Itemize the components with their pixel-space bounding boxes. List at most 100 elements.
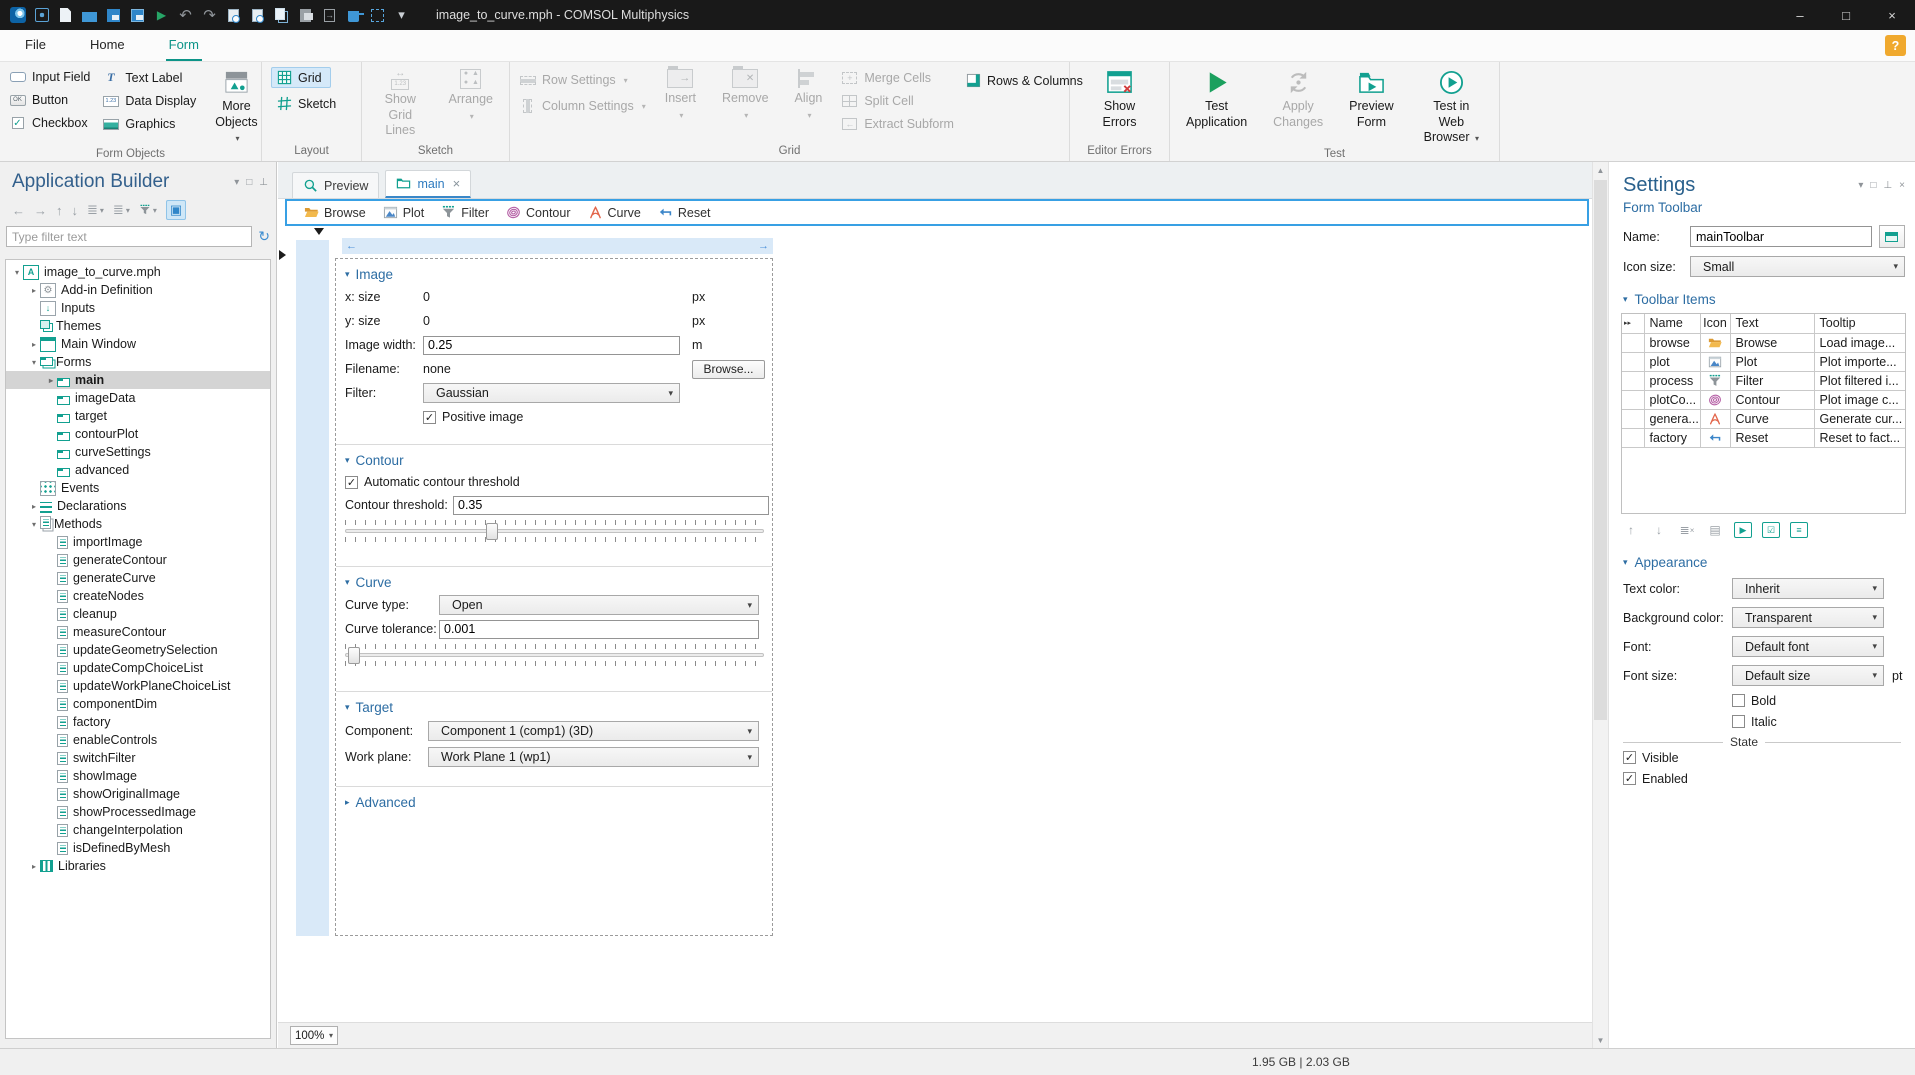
tree-item[interactable]: isDefinedByMesh xyxy=(6,839,270,857)
tree-item[interactable]: ▸ Main Window xyxy=(6,335,270,353)
more-objects-button[interactable]: More Objects ▾ xyxy=(208,67,264,148)
settings-pin-icon[interactable]: ⊥ xyxy=(1883,180,1892,191)
qat-9-icon[interactable] xyxy=(225,7,242,24)
refresh-icon[interactable]: ↻ xyxy=(258,228,270,245)
name-input[interactable] xyxy=(1690,226,1872,247)
form-design-area[interactable]: ▾ Image x: size 0 px y: size 0 px Image width… xyxy=(335,258,773,936)
filter[interactable]: Filter xyxy=(441,205,489,220)
contour-threshold-input[interactable] xyxy=(453,495,769,515)
enabled-checkbox[interactable] xyxy=(1623,772,1636,785)
tab-form[interactable]: Form xyxy=(165,30,202,61)
tree-expander[interactable]: ▸ xyxy=(28,862,40,871)
qat-14-icon[interactable] xyxy=(345,7,364,24)
tree-item[interactable]: curveSettings xyxy=(6,443,270,461)
tab-file[interactable]: File xyxy=(22,30,49,61)
scrollbar-thumb[interactable] xyxy=(1594,180,1607,720)
text-label-button[interactable]: Text Label xyxy=(102,70,196,85)
move-up-button[interactable]: ↑ xyxy=(1622,522,1640,538)
text-color-combo[interactable]: Inherit ▾ xyxy=(1732,578,1884,599)
tree-item[interactable]: imageData xyxy=(6,389,270,407)
input-field-button[interactable]: Input Field xyxy=(9,70,90,84)
qat-12-icon[interactable] xyxy=(297,7,314,24)
work-plane-combo[interactable]: Work Plane 1 (wp1) ▾ xyxy=(428,747,759,767)
tree-item[interactable]: factory xyxy=(6,713,270,731)
qat-8-icon[interactable] xyxy=(201,7,218,24)
qat-7-icon[interactable] xyxy=(177,7,194,24)
section-header-advanced[interactable]: ▸ Advanced xyxy=(336,787,772,813)
qat-0-icon[interactable] xyxy=(9,7,26,24)
tree-item[interactable]: showOriginalImage xyxy=(6,785,270,803)
rows-columns-button[interactable]: Rows & Columns xyxy=(966,67,1083,88)
tree-filter-input[interactable] xyxy=(6,226,253,247)
tree-item[interactable]: ▾ Forms xyxy=(6,353,270,371)
tree-item[interactable]: target xyxy=(6,407,270,425)
appearance-section-header[interactable]: ▾ Appearance xyxy=(1609,544,1915,574)
tree-expander[interactable]: ▾ xyxy=(28,520,40,529)
minimize-button[interactable]: – xyxy=(1777,0,1823,30)
edit-item-button[interactable]: ▤ xyxy=(1706,522,1724,538)
curve-tolerance-input[interactable] xyxy=(439,619,759,639)
tree-item[interactable]: Themes xyxy=(6,317,270,335)
toolbar-item-row[interactable]: factory Reset Reset to fact... xyxy=(1622,427,1905,448)
browse[interactable]: Browse xyxy=(304,205,366,220)
grid-column-marker[interactable] xyxy=(314,228,324,235)
toolbar-item-row[interactable]: process Filter Plot filtered i... xyxy=(1622,370,1905,391)
tree-item[interactable]: ▸ Declarations xyxy=(6,497,270,515)
delete-item-button[interactable]: ≣ × xyxy=(1678,522,1696,538)
toolbar-item-row[interactable]: browse Browse Load image... xyxy=(1622,332,1905,353)
toolbar-items-section-header[interactable]: ▾ Toolbar Items xyxy=(1609,281,1915,311)
contour-threshold-slider[interactable] xyxy=(345,520,764,542)
background-color-combo[interactable]: Transparent ▾ xyxy=(1732,607,1884,628)
settings-close-icon[interactable]: × xyxy=(1899,180,1905,191)
editor-vertical-scrollbar[interactable]: ▲ ▼ xyxy=(1592,162,1609,1048)
tree-expander[interactable]: ▸ xyxy=(45,376,57,385)
panel-float-icon[interactable]: □ xyxy=(246,177,252,188)
expand-all-icon[interactable]: ≣ ▾ xyxy=(113,202,130,218)
contour[interactable]: Contour xyxy=(506,205,571,220)
italic-checkbox[interactable] xyxy=(1732,715,1745,728)
show-settings-toggle-icon[interactable]: ▣ xyxy=(165,200,187,220)
maximize-button[interactable]: □ xyxy=(1823,0,1869,30)
tree-item[interactable]: importImage xyxy=(6,533,270,551)
font-combo[interactable]: Default font ▾ xyxy=(1732,636,1884,657)
tree-item[interactable]: changeInterpolation xyxy=(6,821,270,839)
toolbar-item-row[interactable]: genera... Curve Generate cur... xyxy=(1622,408,1905,429)
tree-item[interactable]: updateCompChoiceList xyxy=(6,659,270,677)
checkbox-object-button[interactable]: Checkbox xyxy=(9,116,90,130)
qat-1-icon[interactable] xyxy=(33,7,50,24)
tree-item[interactable]: updateWorkPlaneChoiceList xyxy=(6,677,270,695)
scroll-up-icon[interactable]: ▲ xyxy=(1593,162,1608,178)
form-canvas[interactable]: ← → ▾ Image x: size 0 px y: size 0 px Image wi… xyxy=(278,228,1592,1022)
tree-item[interactable]: ▸ Libraries xyxy=(6,857,270,875)
tree-item[interactable]: generateCurve xyxy=(6,569,270,587)
qat-4-icon[interactable] xyxy=(105,7,122,24)
tree-item[interactable]: updateGeometrySelection xyxy=(6,641,270,659)
collapse-all-icon[interactable]: ≣ ▾ xyxy=(87,202,104,218)
tree-expander[interactable]: ▸ xyxy=(28,502,40,511)
grid-row-marker[interactable] xyxy=(279,250,286,260)
qat-10-icon[interactable] xyxy=(249,7,266,24)
tab-home[interactable]: Home xyxy=(87,30,128,61)
icon-size-combo[interactable]: Small ▾ xyxy=(1690,256,1905,277)
section-header-image[interactable]: ▾ Image xyxy=(336,259,772,285)
qat-16-icon[interactable] xyxy=(393,7,410,24)
settings-menu-icon[interactable]: ▾ xyxy=(1858,180,1863,191)
close-tab-icon[interactable]: × xyxy=(453,176,461,191)
font-size-combo[interactable]: Default size ▾ xyxy=(1732,665,1884,686)
tree-expander[interactable]: ▾ xyxy=(11,268,23,277)
plot[interactable]: Plot xyxy=(383,205,424,220)
qat-13-icon[interactable] xyxy=(321,7,338,24)
table-expander-column[interactable]: ▸▸ xyxy=(1622,314,1645,334)
visible-checkbox[interactable] xyxy=(1623,751,1636,764)
auto-contour-threshold-checkbox[interactable] xyxy=(345,475,358,489)
tree-item[interactable]: showImage xyxy=(6,767,270,785)
add-item-button[interactable]: ▶ xyxy=(1734,522,1752,538)
tree-item[interactable]: createNodes xyxy=(6,587,270,605)
test-in-web-browser-button[interactable]: Test in Web Browser ▾ xyxy=(1413,67,1490,148)
tree-item[interactable]: contourPlot xyxy=(6,425,270,443)
curve-tolerance-slider[interactable] xyxy=(345,644,764,666)
qat-5-icon[interactable] xyxy=(129,7,146,24)
tab-preview[interactable]: Preview xyxy=(292,172,380,198)
sketch-mode-button[interactable]: Sketch xyxy=(271,96,336,111)
browse-file-button[interactable]: Browse... xyxy=(692,359,765,379)
